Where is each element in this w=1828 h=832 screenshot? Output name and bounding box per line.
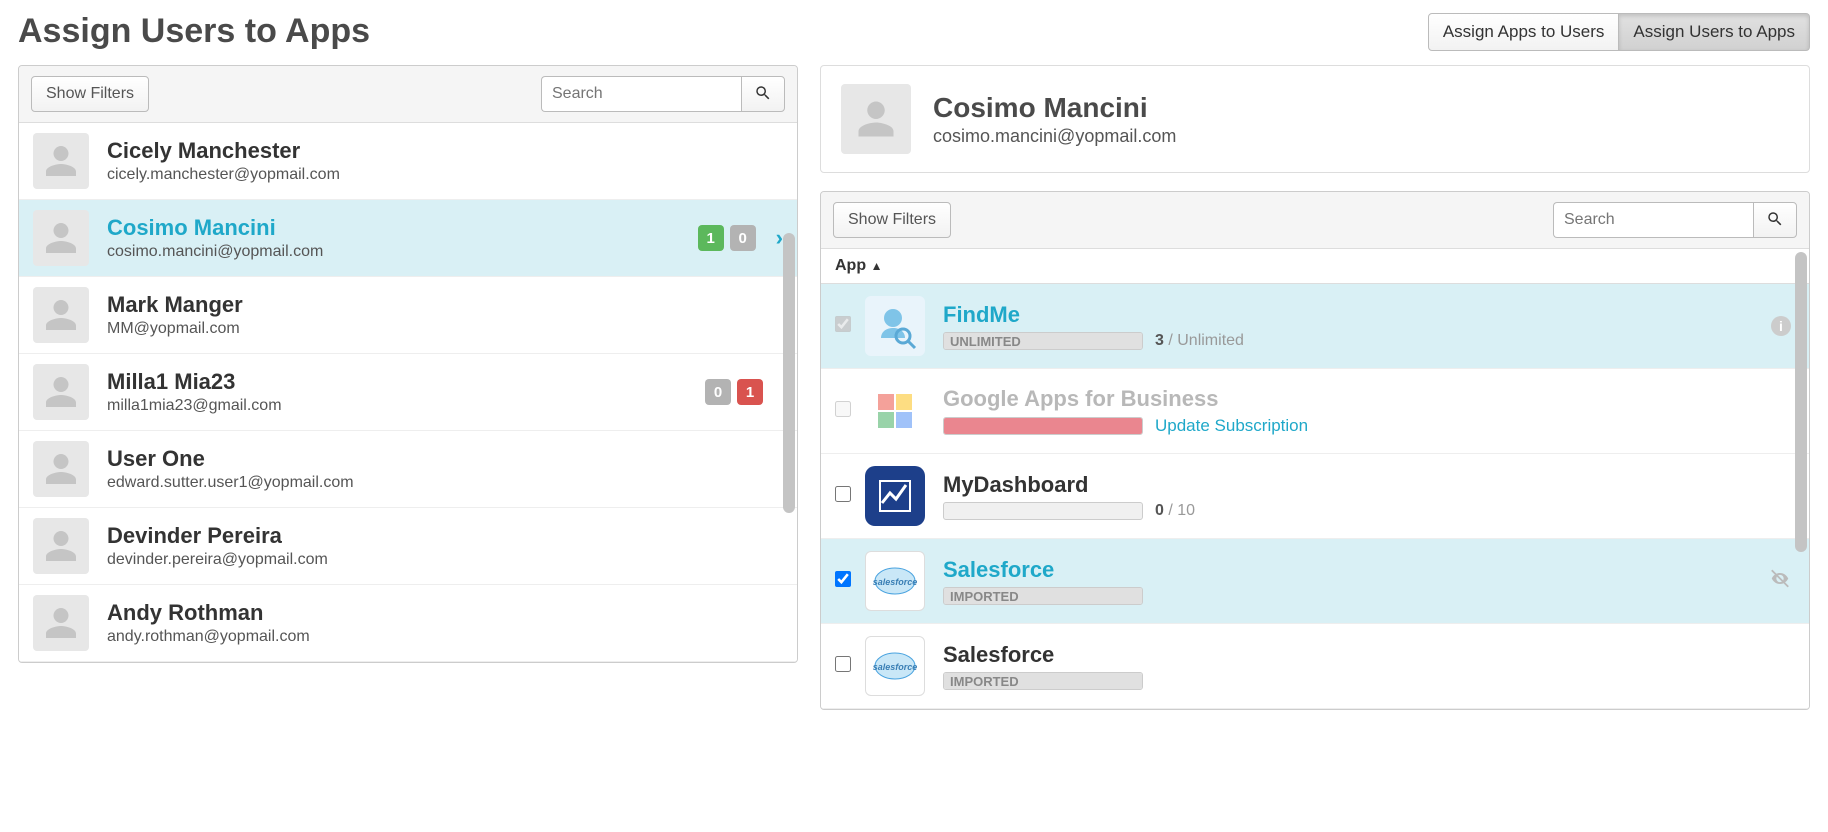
assign-apps-to-users-toggle[interactable]: Assign Apps to Users	[1428, 13, 1620, 51]
app-row[interactable]: MyDashboard 0 / 10	[821, 454, 1809, 539]
show-filters-button[interactable]: Show Filters	[31, 76, 149, 112]
user-email: MM@yopmail.com	[107, 320, 783, 338]
info-icon[interactable]: i	[1771, 316, 1791, 336]
apps-search-button[interactable]	[1753, 202, 1797, 238]
app-name: Salesforce	[943, 642, 1795, 668]
user-email: milla1mia23@gmail.com	[107, 397, 705, 415]
search-icon	[754, 84, 772, 105]
avatar	[33, 287, 89, 343]
page-title: Assign Users to Apps	[18, 12, 370, 51]
scrollbar-thumb[interactable]	[783, 233, 795, 513]
search-icon	[1766, 210, 1784, 231]
usage-text: 3 / Unlimited	[1155, 332, 1244, 350]
user-row[interactable]: Cosimo Mancini cosimo.mancini@yopmail.co…	[19, 200, 797, 277]
sort-asc-icon: ▲	[871, 259, 883, 273]
usage-bar	[943, 417, 1143, 435]
avatar	[33, 441, 89, 497]
badge-error: 1	[737, 379, 763, 405]
app-checkbox[interactable]	[835, 656, 851, 672]
app-icon-salesforce: salesforce	[865, 636, 925, 696]
app-name: FindMe	[943, 302, 1795, 328]
app-name: Salesforce	[943, 557, 1795, 583]
user-row[interactable]: Milla1 Mia23 milla1mia23@gmail.com 0 1	[19, 354, 797, 431]
apps-search-input[interactable]	[1553, 202, 1753, 238]
hidden-icon[interactable]	[1769, 568, 1791, 595]
app-column-header[interactable]: App ▲	[821, 249, 1809, 284]
user-email: andy.rothman@yopmail.com	[107, 628, 783, 646]
app-checkbox[interactable]	[835, 401, 851, 417]
user-row[interactable]: Mark Manger MM@yopmail.com	[19, 277, 797, 354]
scrollbar-thumb[interactable]	[1795, 252, 1807, 552]
user-name: User One	[107, 446, 783, 472]
app-list: FindMe UNLIMITED 3 / Unlimited i	[821, 284, 1809, 709]
badge-pending: 0	[730, 225, 756, 251]
user-name: Andy Rothman	[107, 600, 783, 626]
app-icon-google	[865, 381, 925, 441]
assign-users-to-apps-toggle[interactable]: Assign Users to Apps	[1619, 13, 1810, 51]
svg-text:salesforce: salesforce	[873, 577, 918, 587]
badge-assigned: 1	[698, 225, 724, 251]
show-filters-button[interactable]: Show Filters	[833, 202, 951, 238]
user-row[interactable]: Devinder Pereira devinder.pereira@yopmai…	[19, 508, 797, 585]
app-icon-mydashboard	[865, 466, 925, 526]
usage-bar: UNLIMITED	[943, 332, 1143, 350]
user-row[interactable]: User One edward.sutter.user1@yopmail.com	[19, 431, 797, 508]
app-icon-findme	[865, 296, 925, 356]
avatar	[33, 518, 89, 574]
user-row[interactable]: Andy Rothman andy.rothman@yopmail.com	[19, 585, 797, 662]
usage-bar: IMPORTED	[943, 587, 1143, 605]
svg-text:salesforce: salesforce	[873, 662, 918, 672]
app-checkbox[interactable]	[835, 571, 851, 587]
users-search-input[interactable]	[541, 76, 741, 112]
user-row[interactable]: Cicely Manchester cicely.manchester@yopm…	[19, 123, 797, 200]
user-list: Cicely Manchester cicely.manchester@yopm…	[19, 123, 797, 662]
avatar	[33, 133, 89, 189]
users-search-button[interactable]	[741, 76, 785, 112]
app-icon-salesforce: salesforce	[865, 551, 925, 611]
user-email: cosimo.mancini@yopmail.com	[107, 243, 698, 261]
user-name: Cosimo Mancini	[107, 215, 698, 241]
avatar	[841, 84, 911, 154]
app-checkbox[interactable]	[835, 486, 851, 502]
user-detail-card: Cosimo Mancini cosimo.mancini@yopmail.co…	[820, 65, 1810, 173]
user-name: Milla1 Mia23	[107, 369, 705, 395]
user-name: Mark Manger	[107, 292, 783, 318]
usage-bar	[943, 502, 1143, 520]
update-subscription-link[interactable]: Update Subscription	[1155, 416, 1308, 436]
avatar	[33, 364, 89, 420]
avatar	[33, 595, 89, 651]
app-name: Google Apps for Business	[943, 386, 1795, 412]
app-row[interactable]: Google Apps for Business Update Subscrip…	[821, 369, 1809, 454]
detail-user-email: cosimo.mancini@yopmail.com	[933, 126, 1176, 147]
app-row[interactable]: salesforce Salesforce IMPORTED	[821, 624, 1809, 709]
app-checkbox[interactable]	[835, 316, 851, 332]
view-toggle: Assign Apps to Users Assign Users to App…	[1428, 13, 1810, 51]
chevron-right-icon: ›	[776, 225, 783, 251]
detail-user-name: Cosimo Mancini	[933, 92, 1176, 124]
user-email: edward.sutter.user1@yopmail.com	[107, 474, 783, 492]
badge-pending: 0	[705, 379, 731, 405]
user-name: Devinder Pereira	[107, 523, 783, 549]
avatar	[33, 210, 89, 266]
user-email: cicely.manchester@yopmail.com	[107, 166, 783, 184]
app-row[interactable]: FindMe UNLIMITED 3 / Unlimited i	[821, 284, 1809, 369]
user-name: Cicely Manchester	[107, 138, 783, 164]
usage-bar: IMPORTED	[943, 672, 1143, 690]
usage-text: 0 / 10	[1155, 502, 1195, 520]
user-email: devinder.pereira@yopmail.com	[107, 551, 783, 569]
app-name: MyDashboard	[943, 472, 1795, 498]
app-row[interactable]: salesforce Salesforce IMPORTED	[821, 539, 1809, 624]
